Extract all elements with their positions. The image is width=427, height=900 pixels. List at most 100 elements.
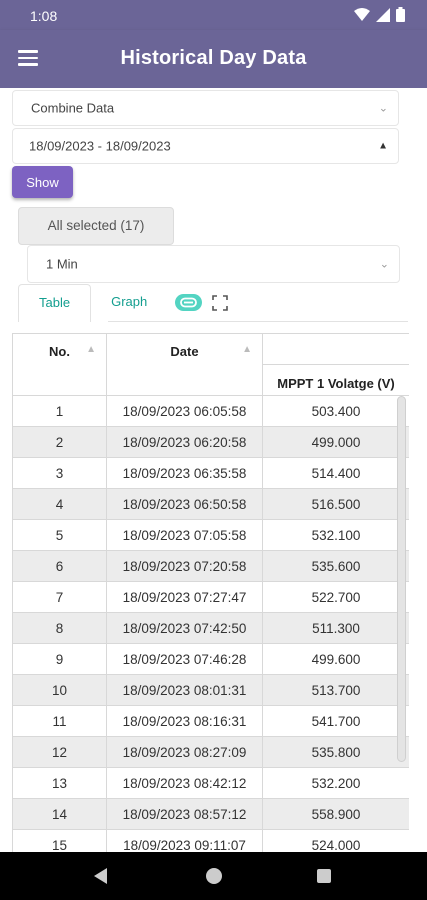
date-range-select[interactable]: 18/09/2023 - 18/09/2023 ▲: [12, 128, 399, 164]
cell-mppt-voltage: 541.700: [262, 705, 409, 737]
cell-date: 18/09/2023 08:57:12: [106, 798, 263, 830]
cell-mppt-voltage: 532.200: [262, 767, 409, 799]
interval-select[interactable]: 1 Min ⌄: [27, 245, 400, 283]
fullscreen-icon[interactable]: [212, 295, 228, 311]
sort-arrow-icon[interactable]: ▲: [242, 344, 252, 355]
recent-apps-icon[interactable]: [317, 869, 331, 883]
table-row[interactable]: 1 18/09/2023 06:05:58 503.400: [12, 395, 409, 427]
cell-date: 18/09/2023 08:42:12: [106, 767, 263, 799]
table-row[interactable]: 8 18/09/2023 07:42:50 511.300: [12, 612, 409, 644]
cell-mppt-voltage: 524.000: [262, 829, 409, 852]
cell-no: 14: [12, 798, 107, 830]
back-icon[interactable]: [94, 868, 107, 884]
wifi-icon: [354, 7, 370, 21]
cell-mppt-voltage: 514.400: [262, 457, 409, 489]
column-header-no[interactable]: No. ▲: [12, 333, 107, 396]
data-type-select[interactable]: Combine Data ⌄: [12, 90, 399, 126]
cell-mppt-voltage: 499.600: [262, 643, 409, 675]
cell-date: 18/09/2023 06:35:58: [106, 457, 263, 489]
cell-date: 18/09/2023 09:11:07: [106, 829, 263, 852]
cell-no: 8: [12, 612, 107, 644]
main-content: Combine Data ⌄ 18/09/2023 - 18/09/2023 ▲…: [0, 88, 427, 852]
tab-table[interactable]: Table: [18, 284, 92, 322]
table-row[interactable]: 2 18/09/2023 06:20:58 499.000: [12, 426, 409, 458]
cell-date: 18/09/2023 07:46:28: [106, 643, 263, 675]
table-row[interactable]: 7 18/09/2023 07:27:47 522.700: [12, 581, 409, 613]
cell-date: 18/09/2023 06:05:58: [106, 395, 263, 427]
column-multiselect[interactable]: All selected (17): [18, 207, 174, 245]
cell-mppt-voltage: 522.700: [262, 581, 409, 613]
cell-mppt-voltage: 558.900: [262, 798, 409, 830]
cell-no: 10: [12, 674, 107, 706]
cell-no: 2: [12, 426, 107, 458]
header-no-label: No.: [49, 344, 70, 359]
cell-date: 18/09/2023 07:27:47: [106, 581, 263, 613]
data-type-value: Combine Data: [31, 100, 115, 116]
cell-date: 18/09/2023 06:50:58: [106, 488, 263, 520]
cell-date: 18/09/2023 08:16:31: [106, 705, 263, 737]
table-row[interactable]: 5 18/09/2023 07:05:58 532.100: [12, 519, 409, 551]
table-row[interactable]: 11 18/09/2023 08:16:31 541.700: [12, 705, 409, 737]
cell-no: 6: [12, 550, 107, 582]
column-header-date[interactable]: Date ▲: [106, 333, 263, 396]
table-row[interactable]: 6 18/09/2023 07:20:58 535.600: [12, 550, 409, 582]
home-icon[interactable]: [206, 868, 222, 884]
header-date-label: Date: [170, 344, 199, 359]
cell-no: 9: [12, 643, 107, 675]
table-row[interactable]: 3 18/09/2023 06:35:58 514.400: [12, 457, 409, 489]
cell-date: 18/09/2023 06:20:58: [106, 426, 263, 458]
cell-mppt-voltage: 503.400: [262, 395, 409, 427]
system-nav-bar: [0, 852, 427, 900]
cell-mppt-voltage: 499.000: [262, 426, 409, 458]
cell-no: 1: [12, 395, 107, 427]
table-row[interactable]: 14 18/09/2023 08:57:12 558.900: [12, 798, 409, 830]
app-bar: Historical Day Data: [0, 30, 427, 88]
status-time: 1:08: [30, 8, 58, 24]
cell-no: 3: [12, 457, 107, 489]
cell-no: 13: [12, 767, 107, 799]
chevron-down-icon: ⌄: [378, 102, 388, 115]
table-row[interactable]: 13 18/09/2023 08:42:12 532.200: [12, 767, 409, 799]
cell-mppt-voltage: 535.600: [262, 550, 409, 582]
table-row[interactable]: 12 18/09/2023 08:27:09 535.800: [12, 736, 409, 768]
cell-no: 5: [12, 519, 107, 551]
table-row[interactable]: 4 18/09/2023 06:50:58 516.500: [12, 488, 409, 520]
view-tabs: Table Graph: [18, 284, 167, 322]
header-mppt-label: MPPT 1 Volatge (V): [277, 376, 395, 391]
data-table-container[interactable]: No. ▲ Date ▲ MPPT 1 Volatge (V) 1 18/09/2…: [12, 333, 409, 852]
data-table: No. ▲ Date ▲ MPPT 1 Volatge (V) 1 18/09/2…: [12, 333, 409, 852]
table-row[interactable]: 9 18/09/2023 07:46:28 499.600: [12, 643, 409, 675]
interval-value: 1 Min: [46, 256, 78, 272]
status-bar: 1:08: [0, 0, 427, 30]
column-group-header: [262, 333, 409, 365]
cell-date: 18/09/2023 07:20:58: [106, 550, 263, 582]
cell-date: 18/09/2023 07:05:58: [106, 519, 263, 551]
table-row[interactable]: 10 18/09/2023 08:01:31 513.700: [12, 674, 409, 706]
table-row[interactable]: 15 18/09/2023 09:11:07 524.000: [12, 829, 409, 852]
table-scrollbar[interactable]: [397, 396, 406, 762]
cell-mppt-voltage: 513.700: [262, 674, 409, 706]
date-range-value: 18/09/2023 - 18/09/2023: [29, 138, 171, 154]
show-button[interactable]: Show: [12, 166, 73, 198]
cell-no: 7: [12, 581, 107, 613]
column-header-mppt[interactable]: MPPT 1 Volatge (V): [262, 364, 409, 396]
cell-mppt-voltage: 516.500: [262, 488, 409, 520]
sort-arrow-icon[interactable]: ▲: [86, 344, 96, 355]
cell-date: 18/09/2023 08:27:09: [106, 736, 263, 768]
chevron-down-icon: ⌄: [379, 258, 389, 271]
cell-no: 11: [12, 705, 107, 737]
cell-mppt-voltage: 535.800: [262, 736, 409, 768]
page-title: Historical Day Data: [120, 47, 307, 69]
cell-no: 15: [12, 829, 107, 852]
cell-mppt-voltage: 511.300: [262, 612, 409, 644]
status-icons: [354, 7, 405, 22]
link-icon[interactable]: [175, 294, 202, 311]
tab-divider: [108, 321, 408, 322]
tab-graph[interactable]: Graph: [91, 284, 167, 322]
cell-mppt-voltage: 532.100: [262, 519, 409, 551]
cell-date: 18/09/2023 08:01:31: [106, 674, 263, 706]
table-body: 1 18/09/2023 06:05:58 503.400 2 18/09/2023 0…: [12, 395, 409, 852]
cell-no: 12: [12, 736, 107, 768]
battery-icon: [396, 7, 405, 22]
signal-icon: [376, 7, 390, 22]
